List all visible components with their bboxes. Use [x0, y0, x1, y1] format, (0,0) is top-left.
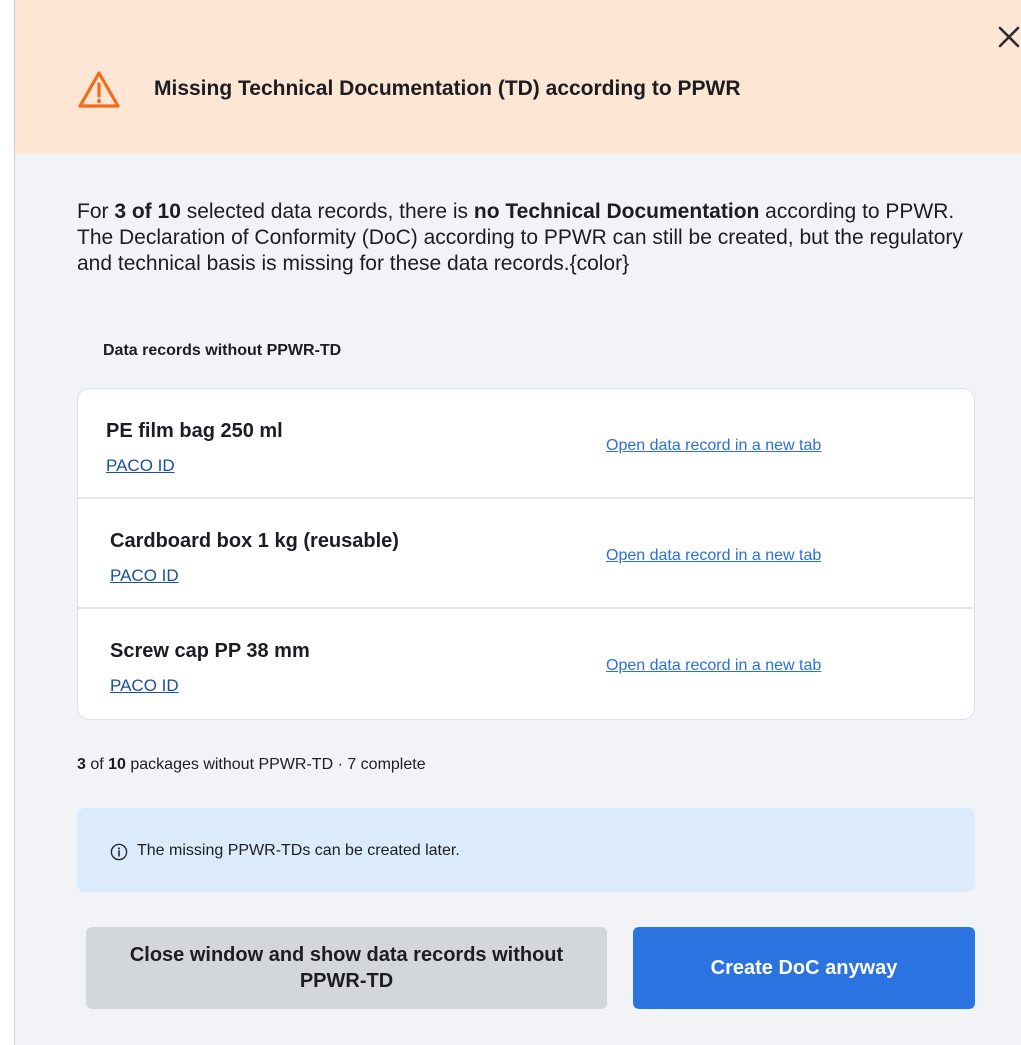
warning-triangle-icon	[78, 71, 120, 108]
dialog-header: Missing Technical Documentation (TD) acc…	[15, 0, 1021, 154]
records-section-label: Data records without PPWR-TD	[103, 342, 342, 359]
record-name: Screw cap PP 38 mm	[110, 640, 310, 662]
summary-rest: packages without PPWR-TD · 7 complete	[125, 756, 426, 773]
record-name: Cardboard box 1 kg (reusable)	[110, 530, 399, 552]
dialog-title: Missing Technical Documentation (TD) acc…	[154, 77, 741, 100]
records-list: PE film bag 250 ml PACO ID Open data rec…	[77, 388, 975, 720]
info-box: The missing PPWR-TDs can be created late…	[77, 808, 975, 892]
close-and-show-records-button[interactable]: Close window and show data records witho…	[86, 927, 607, 1009]
paco-id-link[interactable]: PACO ID	[110, 566, 179, 586]
paco-id-link[interactable]: PACO ID	[106, 456, 175, 476]
summary-missing: 3	[77, 756, 86, 773]
paco-id-link[interactable]: PACO ID	[110, 676, 179, 696]
missing-td-dialog: Missing Technical Documentation (TD) acc…	[14, 0, 1021, 1045]
summary-of: of	[85, 756, 109, 773]
intro-count: 3 of 10	[114, 200, 181, 223]
intro-text: For 3 of 10 selected data records, there…	[77, 199, 987, 277]
close-icon[interactable]	[992, 20, 1021, 50]
info-circle-icon	[110, 843, 128, 861]
intro-part2: selected data records, there is	[180, 200, 474, 223]
info-text: The missing PPWR-TDs can be created late…	[137, 842, 460, 859]
intro-emphasis: no Technical Documentation	[473, 200, 760, 223]
open-record-link[interactable]: Open data record in a new tab	[606, 657, 821, 675]
list-item: Cardboard box 1 kg (reusable) PACO ID Op…	[78, 499, 974, 609]
open-record-link[interactable]: Open data record in a new tab	[606, 547, 821, 565]
list-item: PE film bag 250 ml PACO ID Open data rec…	[78, 389, 974, 499]
intro-part1: For	[77, 200, 115, 223]
summary-total: 10	[108, 756, 126, 773]
create-doc-anyway-button[interactable]: Create DoC anyway	[633, 927, 975, 1009]
open-record-link[interactable]: Open data record in a new tab	[606, 437, 821, 455]
packages-summary: 3 of 10 packages without PPWR-TD · 7 com…	[77, 756, 426, 774]
list-item: Screw cap PP 38 mm PACO ID Open data rec…	[78, 609, 974, 719]
record-name: PE film bag 250 ml	[106, 420, 283, 442]
